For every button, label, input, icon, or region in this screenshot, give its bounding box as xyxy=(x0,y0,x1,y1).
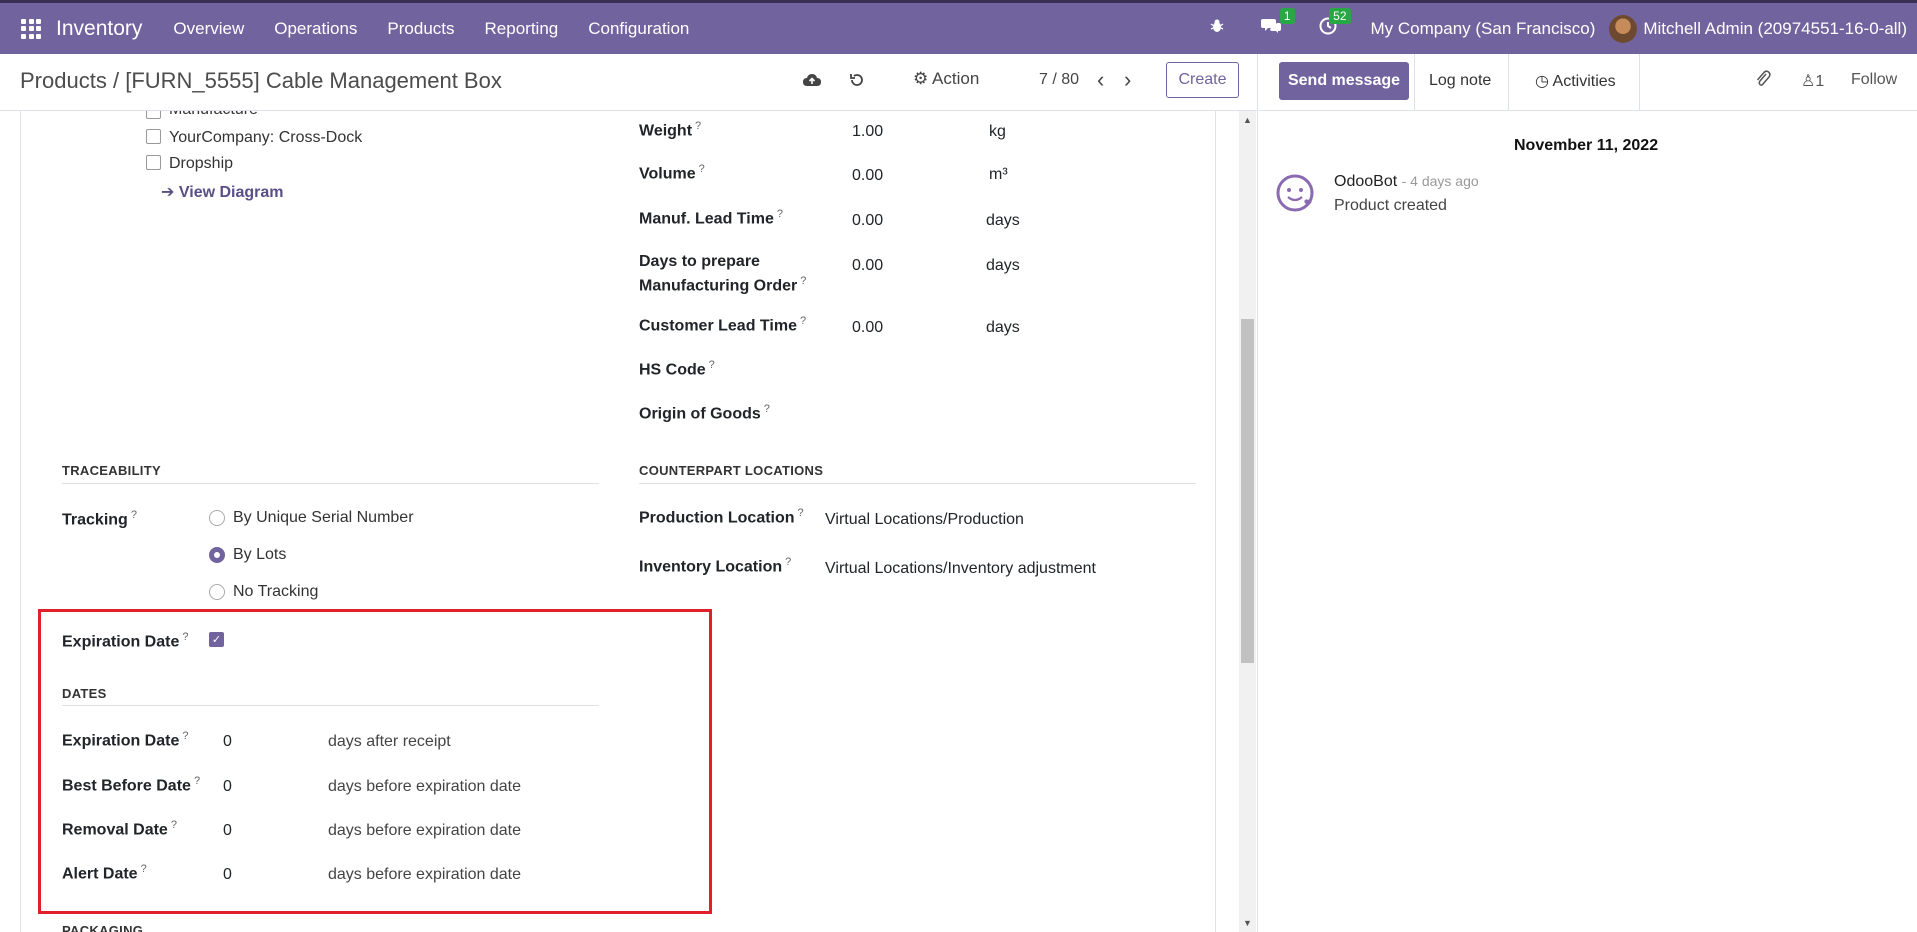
customer-lead-time-label: Customer Lead Time? xyxy=(639,315,807,335)
chatter-thread: November 11, 2022 OdooBot - 4 days ago P… xyxy=(1259,111,1917,932)
route-crossdock-label: YourCompany: Cross-Dock xyxy=(169,129,363,146)
menu-configuration[interactable]: Configuration xyxy=(588,19,689,39)
production-location-label: Production Location? xyxy=(639,507,804,527)
highlight-annotation-box xyxy=(38,609,712,914)
top-navbar: Inventory Overview Operations Products R… xyxy=(0,0,1917,54)
route-manufacture-checkbox[interactable] xyxy=(146,111,161,119)
pager-next-icon[interactable]: › xyxy=(1124,67,1131,93)
debug-bug-icon[interactable] xyxy=(1209,18,1225,39)
chatter-topbar: Send message Log note ◷ Activities ♙1 Fo… xyxy=(1259,54,1917,111)
counterpart-section-title: COUNTERPART LOCATIONS xyxy=(639,463,824,478)
action-menu-button[interactable]: ⚙ Action xyxy=(913,69,979,89)
message-author[interactable]: OdooBot - 4 days ago xyxy=(1334,173,1479,191)
breadcrumb-current: [FURN_5555] Cable Management Box xyxy=(125,68,502,93)
followers-button[interactable]: ♙1 xyxy=(1801,71,1824,91)
production-location-value[interactable]: Virtual Locations/Production xyxy=(825,511,1024,529)
paperclip-icon[interactable] xyxy=(1755,70,1771,93)
log-note-button[interactable]: Log note xyxy=(1429,72,1491,90)
author-name: OdooBot xyxy=(1334,173,1398,190)
route-dropship-checkbox[interactable] xyxy=(146,155,161,170)
route-manufacture-label: Manufacture xyxy=(169,111,258,119)
apps-menu-icon[interactable] xyxy=(21,18,41,39)
menu-reporting[interactable]: Reporting xyxy=(485,19,559,39)
pager-value[interactable]: 7 / 80 xyxy=(1039,71,1079,89)
discard-undo-icon[interactable] xyxy=(849,72,865,93)
message-body: Product created xyxy=(1334,197,1447,214)
odoobot-avatar xyxy=(1275,173,1315,213)
menu-overview[interactable]: Overview xyxy=(173,19,244,39)
traceability-section-title: TRACEABILITY xyxy=(62,463,161,478)
tracking-serial-label: By Unique Serial Number xyxy=(233,509,414,526)
messages-count-badge: 1 xyxy=(1279,8,1295,24)
breadcrumb-products[interactable]: Products xyxy=(20,68,107,93)
chatter-divider xyxy=(1257,54,1258,932)
followers-count: 1 xyxy=(1815,73,1825,90)
inventory-location-label: Inventory Location? xyxy=(639,556,792,576)
action-label: Action xyxy=(932,69,980,88)
messages-icon[interactable]: 1 xyxy=(1260,8,1295,40)
manuf-lead-time-unit: days xyxy=(986,212,1020,229)
customer-lead-time-value[interactable]: 0.00 xyxy=(852,319,883,337)
route-crossdock-checkbox[interactable] xyxy=(146,129,161,144)
volume-label: Volume? xyxy=(639,163,705,183)
days-prepare-value[interactable]: 0.00 xyxy=(852,257,883,275)
create-button[interactable]: Create xyxy=(1166,62,1239,98)
scroll-down-icon[interactable]: ▼ xyxy=(1243,918,1252,928)
tracking-serial-radio[interactable] xyxy=(209,510,225,526)
hs-code-label: HS Code? xyxy=(639,359,715,379)
volume-unit: m³ xyxy=(989,166,1008,183)
activities-count-badge: 52 xyxy=(1329,8,1351,24)
view-diagram-label: View Diagram xyxy=(178,184,284,201)
message-time: - 4 days ago xyxy=(1401,173,1479,189)
tracking-label: Tracking? xyxy=(62,509,137,529)
send-message-button[interactable]: Send message xyxy=(1279,62,1409,100)
days-prepare-unit: days xyxy=(986,257,1020,274)
tracking-none-radio[interactable] xyxy=(209,584,225,600)
form-scrollbar[interactable]: ▲ ▼ xyxy=(1239,111,1256,932)
manuf-lead-time-value[interactable]: 0.00 xyxy=(852,212,883,230)
pager-previous-icon[interactable]: ‹ xyxy=(1097,67,1104,93)
route-dropship-label: Dropship xyxy=(169,155,234,172)
company-switcher[interactable]: My Company (San Francisco) xyxy=(1371,19,1596,39)
traceability-divider xyxy=(62,483,599,484)
weight-label: Weight? xyxy=(639,120,702,140)
clock-icon: ◷ xyxy=(1535,73,1549,90)
save-cloud-icon[interactable] xyxy=(802,72,822,93)
origin-of-goods-label: Origin of Goods? xyxy=(639,403,770,423)
tracking-none-label: No Tracking xyxy=(233,583,319,600)
chatter-date-separator: November 11, 2022 xyxy=(1514,137,1659,154)
arrow-right-icon: ➔ xyxy=(161,184,175,201)
app-name[interactable]: Inventory xyxy=(56,17,142,41)
user-avatar[interactable] xyxy=(1609,14,1638,43)
user-menu[interactable]: Mitchell Admin (20974551-16-0-all) xyxy=(1643,19,1907,39)
counterpart-divider xyxy=(639,483,1196,484)
weight-unit: kg xyxy=(989,123,1006,140)
menu-products[interactable]: Products xyxy=(387,19,454,39)
tracking-lots-label: By Lots xyxy=(233,546,287,563)
days-prepare-label: Days to prepare Manufacturing Order? xyxy=(639,253,807,295)
breadcrumb-separator: / xyxy=(112,68,120,93)
customer-lead-time-unit: days xyxy=(986,319,1020,336)
gear-icon: ⚙ xyxy=(913,69,929,88)
menu-operations[interactable]: Operations xyxy=(274,19,357,39)
volume-value[interactable]: 0.00 xyxy=(852,167,883,185)
scroll-thumb[interactable] xyxy=(1241,319,1254,663)
activities-label: Activities xyxy=(1552,73,1616,90)
weight-value[interactable]: 1.00 xyxy=(852,123,883,141)
activities-clock-icon[interactable]: 52 xyxy=(1319,8,1351,40)
activities-button[interactable]: ◷ Activities xyxy=(1535,71,1616,91)
follow-button[interactable]: Follow xyxy=(1851,71,1897,89)
user-icon: ♙ xyxy=(1801,73,1816,90)
scroll-up-icon[interactable]: ▲ xyxy=(1243,115,1252,125)
view-diagram-link[interactable]: ➔ View Diagram xyxy=(161,182,284,202)
tracking-lots-radio[interactable] xyxy=(209,547,225,563)
packaging-section-title: PACKAGING xyxy=(62,923,144,932)
manuf-lead-time-label: Manuf. Lead Time? xyxy=(639,208,783,228)
inventory-location-value[interactable]: Virtual Locations/Inventory adjustment xyxy=(825,560,1096,578)
control-panel: Products / [FURN_5555] Cable Management … xyxy=(0,54,1258,111)
breadcrumb: Products / [FURN_5555] Cable Management … xyxy=(20,68,502,94)
activities-separator xyxy=(1639,54,1640,111)
